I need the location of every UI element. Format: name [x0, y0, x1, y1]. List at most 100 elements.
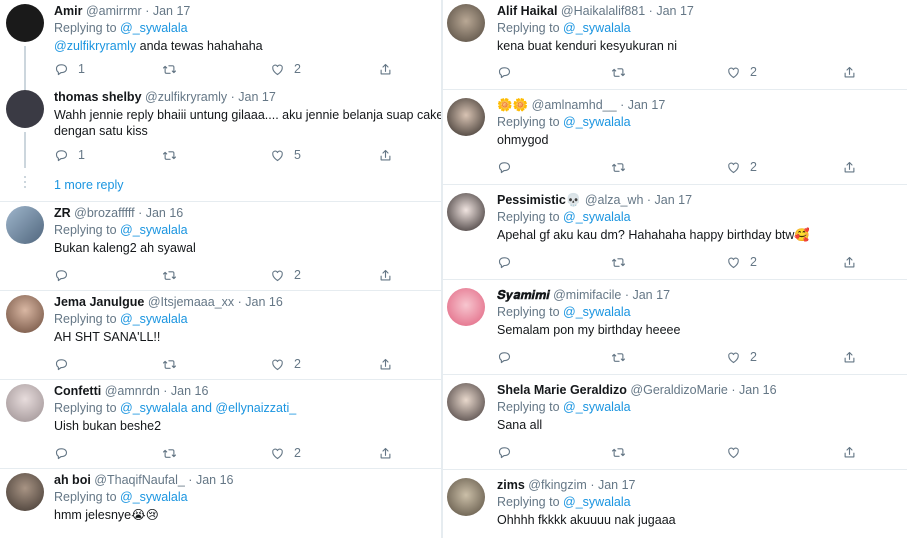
tweet[interactable]: Confetti @amnrdn · Jan 16 Replying to @_…	[0, 380, 441, 469]
display-name[interactable]: Jema Janulgue	[54, 295, 144, 309]
share-button[interactable]	[842, 349, 857, 365]
like-button[interactable]: 2	[270, 61, 301, 77]
display-name[interactable]: Shela Marie Geraldizo	[497, 383, 627, 397]
user-handle[interactable]: @alza_wh	[585, 193, 644, 207]
reply-to-link[interactable]: @_sywalala	[563, 21, 631, 35]
reply-button[interactable]	[497, 254, 521, 270]
display-name[interactable]: 🌼🌼	[497, 98, 528, 112]
reply-button[interactable]	[54, 356, 78, 372]
retweet-button[interactable]	[611, 159, 635, 175]
avatar[interactable]	[6, 384, 44, 422]
display-name[interactable]: thomas shelby	[54, 90, 142, 104]
reply-button[interactable]	[54, 267, 78, 283]
display-name[interactable]: Amir	[54, 4, 82, 18]
share-button[interactable]	[378, 267, 393, 283]
tweet-date[interactable]: Jan 16	[146, 206, 184, 220]
user-handle[interactable]: @amlnamhd__	[532, 98, 617, 112]
reply-button[interactable]: 1	[54, 147, 85, 163]
show-more-replies-link[interactable]: 1 more reply	[54, 178, 123, 192]
display-name[interactable]: Alif Haikal	[497, 4, 557, 18]
like-button[interactable]: 2	[726, 64, 757, 80]
tweet-date[interactable]: Jan 17	[238, 90, 276, 104]
user-handle[interactable]: @Itsjemaaa_xx	[148, 295, 234, 309]
tweet[interactable]: thomas shelby @zulfikryramly · Jan 17 Wa…	[0, 86, 441, 202]
like-button[interactable]: 2	[726, 159, 757, 175]
display-name[interactable]: ZR	[54, 206, 71, 220]
display-name[interactable]: Confetti	[54, 384, 101, 398]
tweet[interactable]: Shela Marie Geraldizo @GeraldizoMarie · …	[443, 375, 907, 470]
tweet[interactable]: Alif Haikal @Haikalalif881 · Jan 17 Repl…	[443, 0, 907, 90]
like-button[interactable]: 2	[270, 445, 301, 461]
reply-to-link[interactable]: @_sywalala	[120, 312, 188, 326]
share-button[interactable]	[842, 64, 857, 80]
avatar[interactable]	[447, 383, 485, 421]
share-button[interactable]	[378, 356, 393, 372]
reply-to-link[interactable]: @_sywalala	[120, 490, 188, 504]
user-handle[interactable]: @brozafffff	[74, 206, 134, 220]
user-handle[interactable]: @GeraldizoMarie	[630, 383, 727, 397]
tweet[interactable]: Amir @amirrmr · Jan 17 Replying to @_syw…	[0, 0, 441, 86]
mention-link[interactable]: @zulfikryramly	[54, 39, 136, 53]
reply-to-link[interactable]: @_sywalala	[120, 223, 188, 237]
retweet-button[interactable]	[611, 254, 635, 270]
reply-to-link[interactable]: @_sywalala	[563, 305, 631, 319]
tweet-date[interactable]: Jan 16	[196, 473, 234, 487]
like-button[interactable]: 2	[270, 356, 301, 372]
reply-button[interactable]	[497, 159, 521, 175]
user-handle[interactable]: @ThaqifNaufal_	[94, 473, 185, 487]
tweet[interactable]: zims @fkingzim · Jan 17 Replying to @_sy…	[443, 470, 907, 538]
retweet-button[interactable]	[162, 445, 186, 461]
user-handle[interactable]: @mimifacile	[553, 288, 621, 302]
share-button[interactable]	[378, 61, 393, 77]
reply-to-link[interactable]: @_sywalala	[563, 115, 631, 129]
reply-to-link[interactable]: @_sywalala	[563, 495, 631, 509]
retweet-button[interactable]	[162, 61, 186, 77]
display-name[interactable]: zims	[497, 478, 525, 492]
share-button[interactable]	[378, 445, 393, 461]
retweet-button[interactable]	[611, 349, 635, 365]
share-button[interactable]	[842, 444, 857, 460]
tweet[interactable]: 𝑺𝒚𝒂𝒎𝒊𝒎𝒊 @mimifacile · Jan 17 Replying to…	[443, 280, 907, 375]
avatar[interactable]	[447, 98, 485, 136]
avatar[interactable]	[6, 473, 44, 511]
tweet-date[interactable]: Jan 17	[628, 98, 666, 112]
tweet[interactable]: ah boi @ThaqifNaufal_ · Jan 16 Replying …	[0, 469, 441, 538]
reply-to-link[interactable]: @_sywalala	[120, 21, 188, 35]
user-handle[interactable]: @amnrdn	[105, 384, 160, 398]
tweet[interactable]: Pessimistic💀 @alza_wh · Jan 17 Replying …	[443, 185, 907, 280]
like-button[interactable]	[726, 444, 750, 460]
avatar[interactable]	[447, 478, 485, 516]
tweet-date[interactable]: Jan 16	[171, 384, 209, 398]
tweet[interactable]: Jema Janulgue @Itsjemaaa_xx · Jan 16 Rep…	[0, 291, 441, 380]
tweet-date[interactable]: Jan 17	[632, 288, 670, 302]
reply-button[interactable]	[54, 445, 78, 461]
avatar[interactable]	[6, 4, 44, 42]
user-handle[interactable]: @Haikalalif881	[561, 4, 645, 18]
avatar[interactable]	[6, 206, 44, 244]
user-handle[interactable]: @zulfikryramly	[145, 90, 227, 104]
like-button[interactable]: 5	[270, 147, 301, 163]
share-button[interactable]	[378, 147, 393, 163]
reply-to-link[interactable]: @_sywalala	[563, 400, 631, 414]
share-button[interactable]	[842, 159, 857, 175]
like-button[interactable]: 2	[726, 349, 757, 365]
reply-button[interactable]	[497, 444, 521, 460]
avatar[interactable]	[6, 295, 44, 333]
tweet-date[interactable]: Jan 17	[656, 4, 694, 18]
like-button[interactable]: 2	[270, 267, 301, 283]
tweet-date[interactable]: Jan 17	[655, 193, 693, 207]
avatar[interactable]	[447, 4, 485, 42]
reply-button[interactable]	[497, 64, 521, 80]
retweet-button[interactable]	[611, 64, 635, 80]
tweet[interactable]: ZR @brozafffff · Jan 16 Replying to @_sy…	[0, 202, 441, 291]
retweet-button[interactable]	[162, 147, 186, 163]
display-name[interactable]: 𝑺𝒚𝒂𝒎𝒊𝒎𝒊	[497, 288, 550, 302]
tweet[interactable]: 🌼🌼 @amlnamhd__ · Jan 17 Replying to @_sy…	[443, 90, 907, 185]
tweet-date[interactable]: Jan 16	[245, 295, 283, 309]
retweet-button[interactable]	[611, 444, 635, 460]
share-button[interactable]	[842, 254, 857, 270]
tweet-date[interactable]: Jan 17	[598, 478, 636, 492]
avatar[interactable]	[447, 288, 485, 326]
reply-to-link[interactable]: @_sywalala	[563, 210, 631, 224]
display-name[interactable]: Pessimistic💀	[497, 193, 581, 207]
